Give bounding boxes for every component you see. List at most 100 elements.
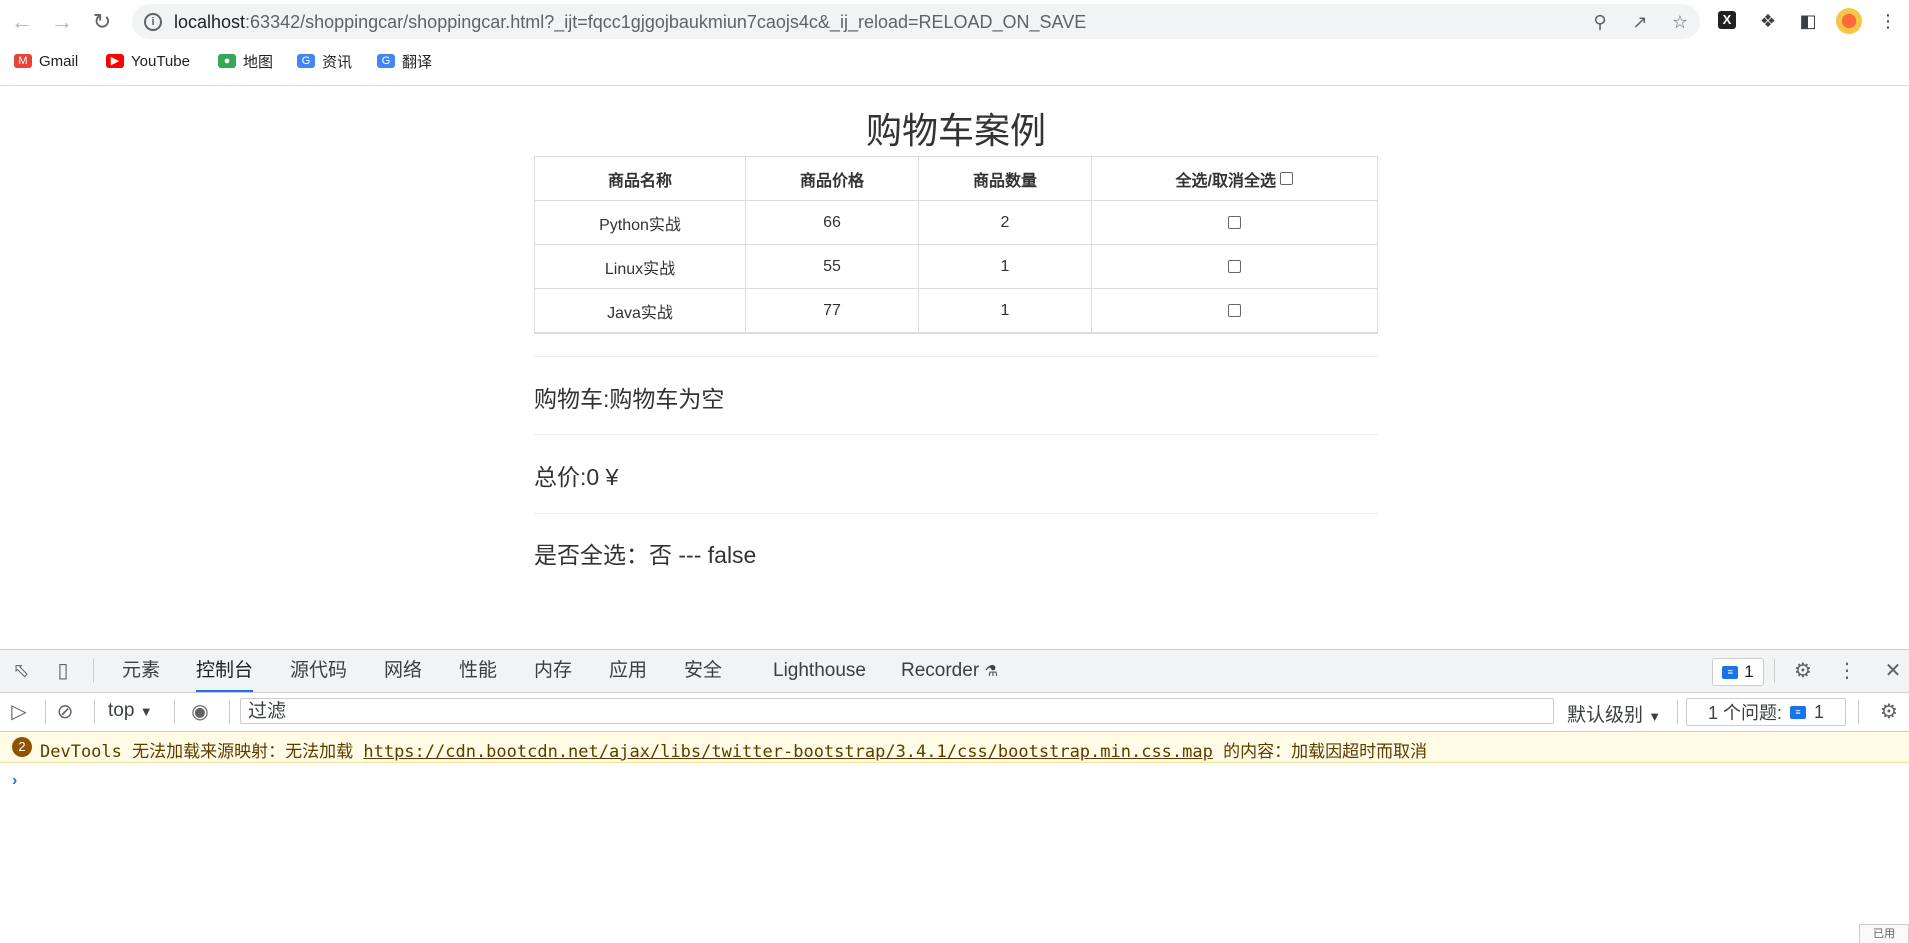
- dropdown-arrow-icon: ▼: [139, 704, 153, 719]
- maps-icon: ●: [218, 54, 236, 68]
- item-select-cell: [1091, 288, 1378, 334]
- header-name: 商品名称: [534, 156, 746, 201]
- tab-recorder[interactable]: Recorder ⚗: [901, 650, 998, 692]
- bookmark-label: 资讯: [322, 53, 353, 71]
- address-bar[interactable]: i localhost:63342/shoppingcar/shoppingca…: [132, 4, 1700, 39]
- header-price: 商品价格: [745, 156, 919, 201]
- toolbar-divider: [45, 700, 46, 724]
- toolbar-divider: [174, 700, 175, 724]
- toolbar-divider: [1677, 700, 1678, 724]
- browser-chrome: ← → ↻ i localhost:63342/shoppingcar/shop…: [0, 0, 1909, 86]
- divider: [534, 434, 1378, 435]
- item-count: 1: [918, 288, 1092, 334]
- tab-elements[interactable]: 元素: [122, 650, 160, 692]
- clear-console-icon[interactable]: ⊘: [52, 699, 78, 725]
- sidebar-toggle-icon[interactable]: ▷: [6, 699, 32, 725]
- item-checkbox[interactable]: [1228, 215, 1241, 229]
- device-toolbar-icon[interactable]: ▯: [50, 658, 76, 684]
- toolbar-divider: [93, 659, 94, 683]
- bookmark-star-icon[interactable]: ☆: [1668, 10, 1692, 34]
- item-count: 1: [918, 244, 1092, 289]
- devtools-panel: ⬁ ▯ 元素 控制台 源代码 网络 性能 内存 应用 安全 Lighthouse…: [0, 649, 1909, 943]
- tab-security[interactable]: 安全: [684, 650, 722, 692]
- profile-avatar[interactable]: [1836, 8, 1862, 34]
- tab-console[interactable]: 控制台: [196, 650, 254, 692]
- page-title: 购物车案例: [865, 110, 1046, 151]
- issues-badge[interactable]: ≡ 1: [1712, 658, 1764, 686]
- settings-gear-icon[interactable]: ⚙: [1790, 658, 1816, 684]
- page-content: 购物车案例 商品名称 商品价格 商品数量 全选/取消全选 Python实战 66…: [0, 86, 1909, 649]
- live-expression-eye-icon[interactable]: ◉: [187, 699, 213, 725]
- source-map-link[interactable]: https://cdn.bootcdn.net/ajax/libs/twitte…: [363, 742, 1213, 762]
- close-devtools-icon[interactable]: ✕: [1880, 658, 1906, 684]
- item-select-cell: [1091, 200, 1378, 245]
- warning-count-badge: 2: [12, 737, 32, 757]
- issues-button[interactable]: 1 个问题: ≡ 1: [1686, 698, 1846, 726]
- table-row: Linux实战 55 1: [534, 244, 1378, 289]
- url-text[interactable]: localhost:63342/shoppingcar/shoppingcar.…: [174, 12, 1086, 33]
- table-row: Python实战 66 2: [534, 200, 1378, 245]
- more-options-icon[interactable]: ⋮: [1834, 658, 1860, 684]
- bookmark-translate[interactable]: G 翻译: [377, 48, 432, 74]
- context-value: top: [108, 700, 135, 721]
- toolbar-divider: [229, 700, 230, 724]
- bookmark-gmail[interactable]: M Gmail: [14, 48, 78, 74]
- reload-icon[interactable]: ↻: [88, 8, 116, 36]
- warning-text: DevTools 无法加载来源映射：无法加载 https://cdn.bootc…: [40, 737, 1427, 762]
- zoom-icon[interactable]: ⚲: [1588, 10, 1612, 34]
- bookmark-news[interactable]: G 资讯: [297, 48, 352, 74]
- gmail-icon: M: [14, 54, 32, 68]
- site-info-icon[interactable]: i: [144, 13, 162, 31]
- side-panel-icon[interactable]: ◧: [1796, 9, 1820, 33]
- header-count: 商品数量: [918, 156, 1092, 201]
- select-all-label: 全选/取消全选: [1175, 172, 1276, 190]
- share-icon[interactable]: ↗: [1628, 10, 1652, 34]
- cart-table: 商品名称 商品价格 商品数量 全选/取消全选 Python实战 66 2 Lin…: [534, 156, 1378, 334]
- warning-prefix: DevTools 无法加载来源映射：无法加载: [40, 742, 364, 762]
- translate-icon: G: [377, 54, 395, 68]
- filter-input[interactable]: 过滤: [240, 698, 1554, 724]
- browser-menu-icon[interactable]: ⋮: [1876, 9, 1900, 33]
- select-all-checkbox[interactable]: [1280, 171, 1294, 185]
- bookmark-label: 翻译: [402, 53, 433, 71]
- item-count: 2: [918, 200, 1092, 245]
- divider: [534, 356, 1378, 357]
- console-prompt-icon[interactable]: ›: [12, 772, 17, 790]
- devtools-tab-bar: ⬁ ▯ 元素 控制台 源代码 网络 性能 内存 应用 安全 Lighthouse…: [0, 650, 1909, 693]
- extensions-puzzle-icon[interactable]: ❖: [1756, 9, 1780, 33]
- context-selector[interactable]: top ▼: [108, 700, 153, 722]
- header-select-all: 全选/取消全选: [1091, 156, 1378, 201]
- bookmark-label: Gmail: [39, 52, 79, 70]
- item-checkbox[interactable]: [1228, 303, 1241, 317]
- tab-memory[interactable]: 内存: [534, 650, 572, 692]
- divider: [534, 513, 1378, 514]
- tab-lighthouse[interactable]: Lighthouse: [773, 650, 866, 692]
- console-settings-gear-icon[interactable]: ⚙: [1876, 699, 1902, 725]
- item-name: Java实战: [534, 288, 746, 334]
- item-price: 55: [745, 244, 919, 289]
- tab-sources[interactable]: 源代码: [290, 650, 347, 692]
- tab-network[interactable]: 网络: [384, 650, 422, 692]
- back-arrow-icon[interactable]: ←: [8, 8, 36, 36]
- tab-performance[interactable]: 性能: [459, 650, 497, 692]
- bookmark-label: YouTube: [131, 52, 190, 70]
- x-extension-icon[interactable]: X: [1718, 11, 1736, 29]
- console-warning-message[interactable]: 2 DevTools 无法加载来源映射：无法加载 https://cdn.boo…: [0, 732, 1909, 763]
- console-toolbar: ▷ ⊘ top ▼ ◉ 过滤 默认级别 ▼ 1 个问题: ≡ 1 ⚙: [0, 693, 1909, 732]
- url-host: localhost: [174, 12, 246, 32]
- bookmark-maps[interactable]: ● 地图: [218, 48, 273, 74]
- bookmark-youtube[interactable]: ▶ YouTube: [106, 48, 190, 74]
- cart-status: 购物车:购物车为空: [534, 386, 725, 412]
- log-level-selector[interactable]: 默认级别 ▼: [1567, 700, 1661, 727]
- inspect-element-icon[interactable]: ⬁: [8, 658, 34, 684]
- item-checkbox[interactable]: [1228, 259, 1241, 273]
- forward-arrow-icon[interactable]: →: [48, 8, 76, 36]
- issues-label: 1 个问题:: [1707, 703, 1782, 723]
- message-icon: ≡: [1722, 665, 1739, 679]
- tab-application[interactable]: 应用: [609, 650, 647, 692]
- item-price: 66: [745, 200, 919, 245]
- toolbar-divider: [94, 700, 95, 724]
- corner-tooltip: 已用: [1859, 924, 1909, 943]
- issues-count: 1: [1814, 701, 1825, 722]
- table-header-row: 商品名称 商品价格 商品数量 全选/取消全选: [534, 156, 1378, 201]
